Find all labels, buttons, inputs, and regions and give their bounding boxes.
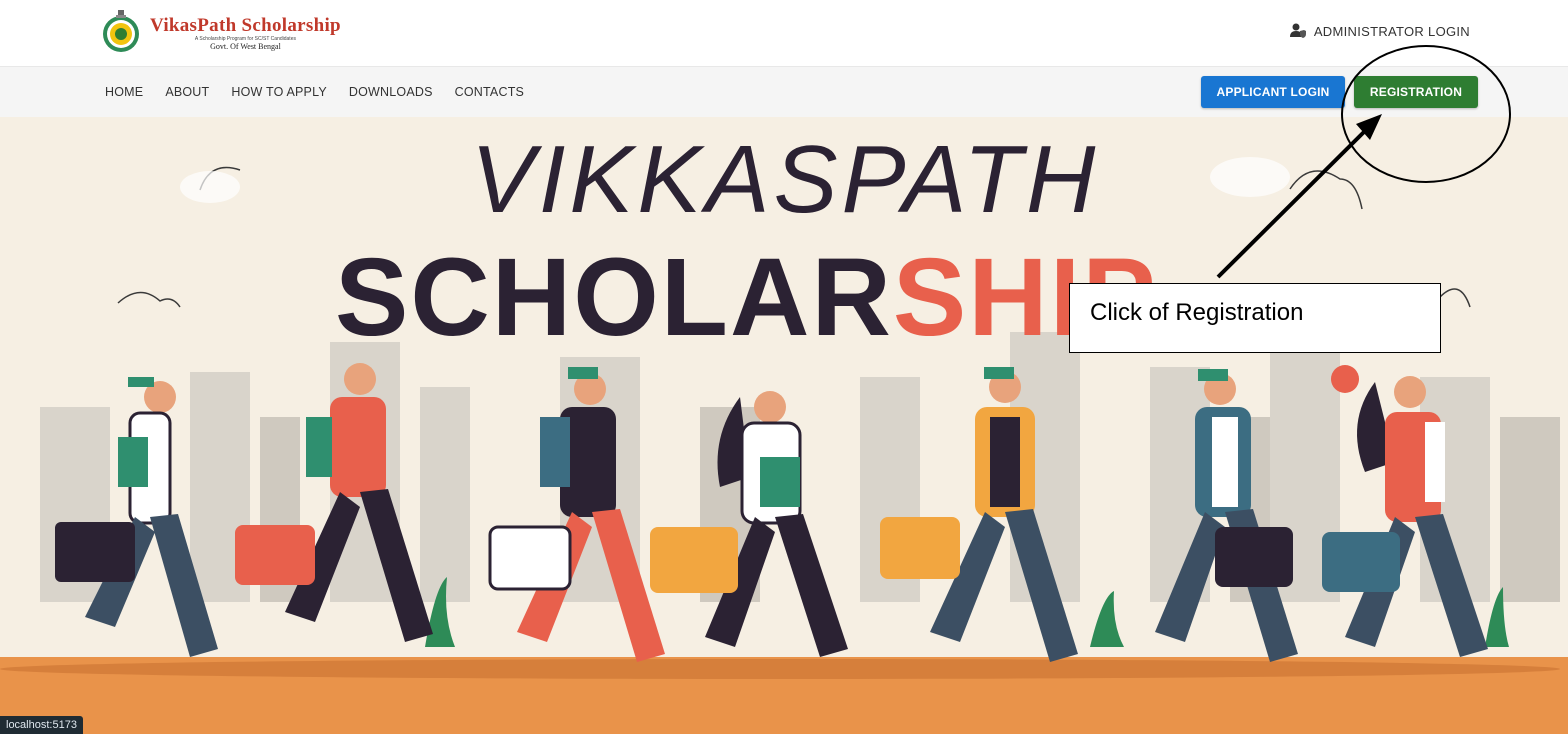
user-shield-icon [1289, 22, 1306, 41]
brand[interactable]: VikasPath Scholarship A Scholarship Prog… [98, 8, 341, 59]
nav-about[interactable]: ABOUT [165, 85, 209, 99]
hero-illustration: VIKKASPATH SCHOLARSHIP [0, 126, 1568, 734]
annotation-text: Click of Registration [1090, 299, 1304, 326]
administrator-login-link[interactable]: ADMINISTRATOR LOGIN [1289, 22, 1470, 41]
nav-home[interactable]: HOME [105, 85, 143, 99]
main-navbar: HOME ABOUT HOW TO APPLY DOWNLOADS CONTAC… [0, 66, 1568, 118]
administrator-login-label: ADMINISTRATOR LOGIN [1313, 24, 1470, 39]
nav-downloads[interactable]: DOWNLOADS [349, 85, 433, 99]
annotation-callout: Click of Registration [1069, 283, 1441, 353]
state-emblem-icon [98, 8, 144, 59]
brand-subtitle: Govt. Of West Bengal [210, 42, 281, 51]
hero-banner: VIKKASPATH SCHOLARSHIP [0, 117, 1568, 734]
applicant-login-button[interactable]: APPLICANT LOGIN [1201, 76, 1345, 108]
brand-name: VikasPath Scholarship [150, 15, 341, 36]
top-header: VikasPath Scholarship A Scholarship Prog… [0, 0, 1568, 66]
nav-contacts[interactable]: CONTACTS [455, 85, 524, 99]
hero-title-line1: VIKKASPATH [471, 126, 1100, 233]
hero-title-line2: SCHOLARSHIP [335, 236, 1158, 359]
hero-title-dark: SCHOLAR [335, 236, 893, 359]
nav-links: HOME ABOUT HOW TO APPLY DOWNLOADS CONTAC… [105, 67, 546, 117]
registration-button[interactable]: REGISTRATION [1354, 76, 1478, 108]
nav-how-to-apply[interactable]: HOW TO APPLY [231, 85, 327, 99]
status-bar-url: localhost:5173 [0, 716, 83, 734]
